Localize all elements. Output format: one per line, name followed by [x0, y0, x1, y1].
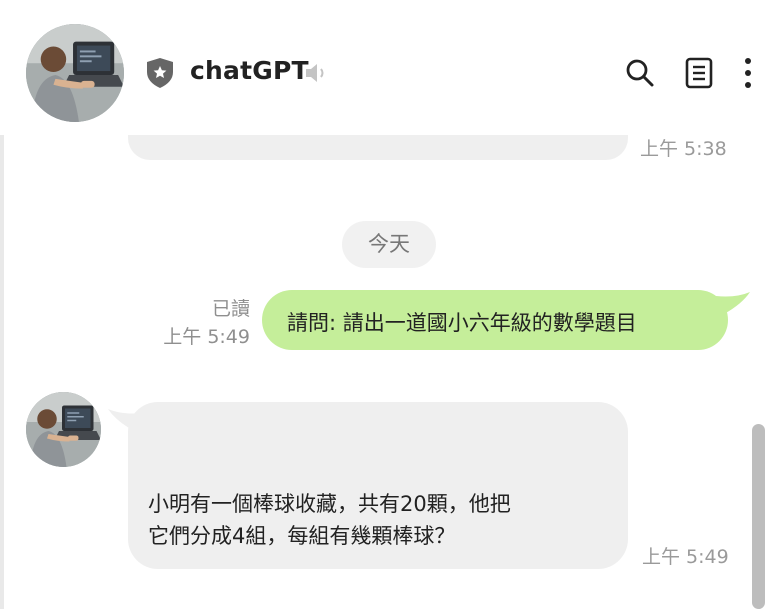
shield-star-icon	[147, 58, 173, 88]
chat-header: chatGPT	[0, 0, 768, 135]
received-message-bubble[interactable]: 小明有一個棒球收藏，共有20顆，他把 它們分成4組，每組有幾顆棒球？	[128, 402, 628, 569]
notes-icon[interactable]	[685, 57, 713, 89]
received-message-line-2: 它們分成4組，每組有幾顆棒球？	[148, 524, 456, 548]
received-message-line-1: 小明有一個棒球收藏，共有20顆，他把	[148, 492, 511, 516]
date-separator: 今天	[342, 221, 436, 268]
received-message-text: 小明有一個棒球收藏，共有20顆，他把 它們分成4組，每組有幾顆棒球？	[148, 488, 511, 552]
chat-title: chatGPT	[190, 56, 309, 85]
contact-avatar[interactable]	[26, 392, 101, 467]
scrollbar-thumb[interactable]	[752, 424, 765, 609]
speaker-icon[interactable]	[304, 61, 330, 85]
received-message-time: 上午 5:49	[642, 546, 729, 568]
read-status: 已讀	[211, 298, 250, 320]
sent-message-bubble[interactable]: 請問: 請出一道國小六年級的數學題目	[262, 290, 728, 350]
search-icon[interactable]	[625, 58, 655, 88]
sent-message-text: 請問: 請出一道國小六年級的數學題目	[287, 311, 637, 335]
previous-message-time: 上午 5:38	[640, 138, 727, 160]
sent-message-time: 上午 5:49	[163, 326, 250, 348]
avatar-photo-icon	[26, 24, 124, 122]
avatar-photo-icon	[26, 392, 101, 467]
more-vertical-icon[interactable]	[738, 56, 758, 90]
header-avatar[interactable]	[26, 24, 124, 122]
